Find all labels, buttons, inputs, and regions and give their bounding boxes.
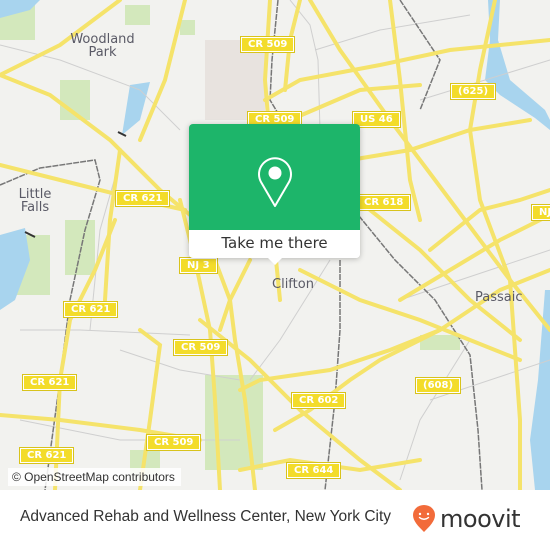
road-shield-cr621: CR 621 [114,190,171,207]
lake [0,228,30,310]
passaic-river-water [485,0,550,130]
moovit-pin-icon [413,505,435,532]
moovit-wordmark: moovit [440,505,521,533]
map[interactable]: Woodland Park Little Falls Clifton Passa… [0,0,550,490]
road-shield-nj3: NJ 3 [179,257,218,274]
road-shield-us46: US 46 [352,111,401,128]
road-shield-cr618: CR 618 [355,194,412,211]
popup-header [189,124,360,230]
urban-area [205,40,265,120]
road-shield-nj: NJ [530,204,550,221]
location-popup: Take me there [189,124,360,265]
park-area [180,20,195,35]
road-shield-cr621: CR 621 [21,374,78,391]
road-shield-cr621: CR 621 [62,301,119,318]
road-shield-cr509: CR 509 [239,36,296,53]
road-shield-cr621: CR 621 [18,447,75,464]
road-shield-cr509: CR 509 [172,339,229,356]
location-title: Advanced Rehab and Wellness Center, New … [20,508,392,525]
road-shield-625: (625) [449,83,497,100]
road-shield-cr602: CR 602 [290,392,347,409]
road-shield-608: (608) [414,377,462,394]
park-area [125,5,150,25]
place-label-little-falls: Little Falls [18,187,52,215]
place-label-clifton: Clifton [272,277,314,292]
place-label-woodland-park: Woodland Park [70,32,135,60]
popup-tail [267,257,283,265]
take-me-there-button[interactable]: Take me there [189,230,360,258]
map-pin-icon [258,157,292,207]
park-area [65,220,95,275]
footer: Advanced Rehab and Wellness Center, New … [0,490,550,550]
map-attribution[interactable]: © OpenStreetMap contributors [8,468,181,486]
place-label-passaic: Passaic [475,290,523,305]
road-shield-cr509: CR 509 [145,434,202,451]
moovit-logo[interactable]: moovit [412,504,521,534]
road-shield-cr644: CR 644 [285,462,342,479]
